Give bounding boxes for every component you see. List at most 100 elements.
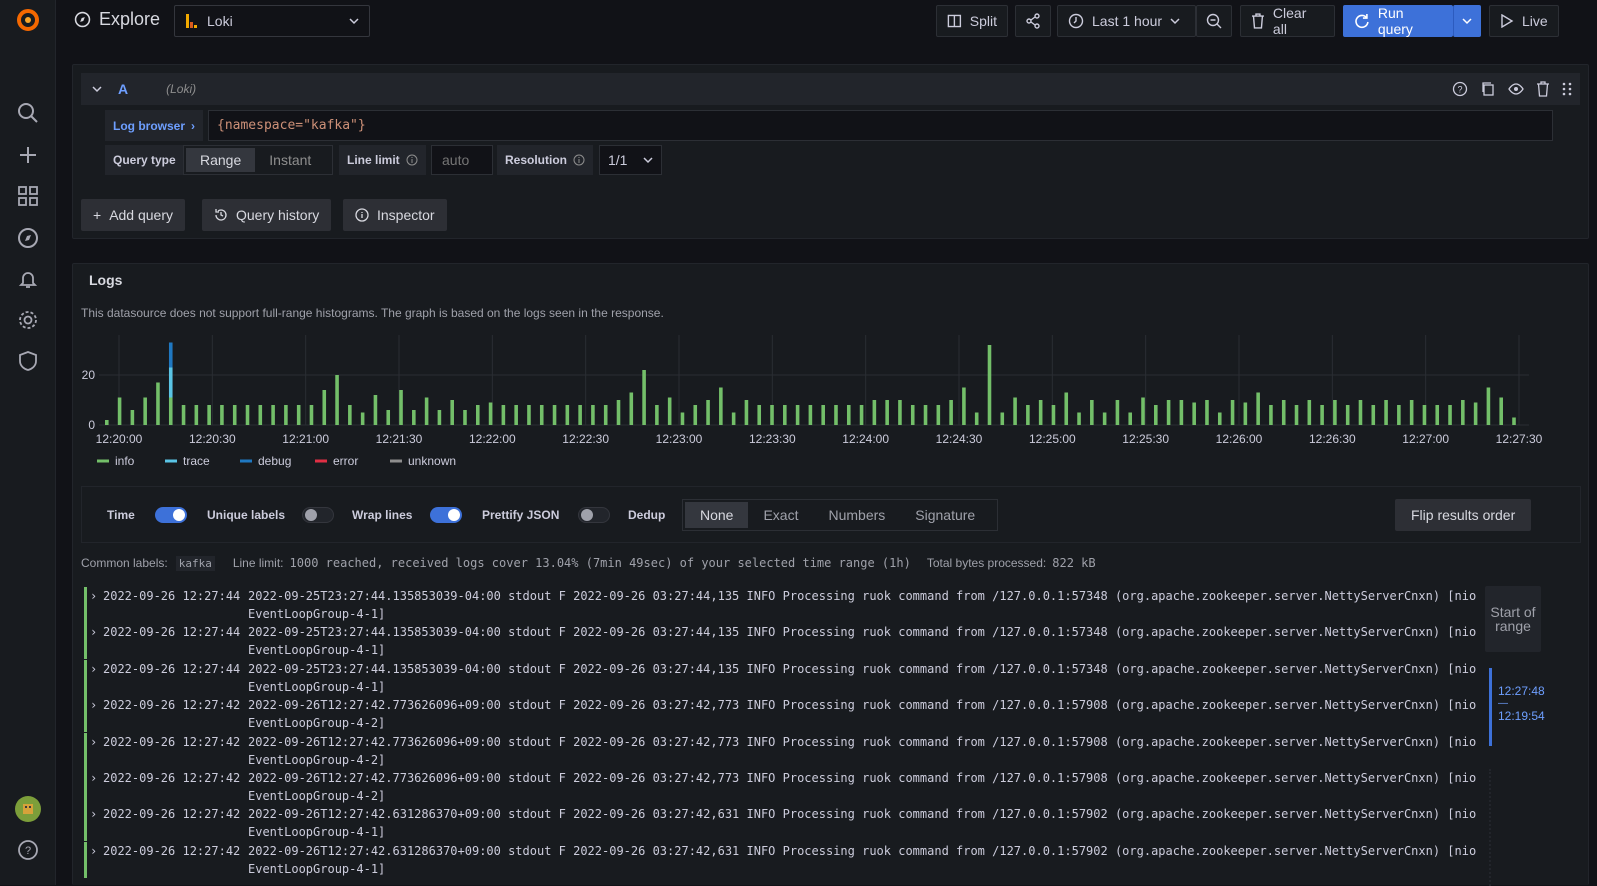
dedup-none[interactable]: None	[685, 502, 749, 528]
inspector-button[interactable]: Inspector	[343, 199, 447, 231]
split-button[interactable]: Split	[936, 5, 1008, 37]
chevron-right-icon[interactable]: ›	[90, 805, 97, 823]
histogram-bar-info	[1384, 400, 1388, 425]
eye-icon[interactable]	[1508, 81, 1524, 97]
histogram-bar-info	[949, 400, 953, 425]
legend-label-trace: trace	[183, 454, 210, 468]
log-row[interactable]: › 2022-09-26 12:27:42 2022-09-26T12:27:42.…	[84, 696, 1479, 733]
histogram-bar-info	[1320, 405, 1324, 425]
histogram-bar-info	[1141, 397, 1145, 425]
query-type-text: Query type	[113, 153, 176, 167]
dedup-exact[interactable]: Exact	[748, 502, 813, 528]
query-row-header: A (Loki) ?	[81, 73, 1580, 105]
avatar[interactable]	[14, 795, 42, 823]
resolution-select[interactable]: 1/1	[599, 145, 662, 175]
logs-histogram[interactable]: 12:20:00 12:20:30 12:21:00 12:21:30 12:22:00…	[73, 328, 1573, 480]
dashboards-icon[interactable]	[14, 182, 42, 210]
log-line: 2022-09-25T23:27:44.135853039-04:00 stdo…	[248, 625, 1477, 640]
trash-icon[interactable]	[1536, 81, 1550, 97]
wrap-lines-toggle[interactable]	[430, 507, 462, 523]
histogram-bar-info	[962, 387, 966, 425]
unique-labels-toggle[interactable]	[302, 507, 334, 523]
x-tick-label: 12:21:00	[282, 432, 329, 446]
explore-icon[interactable]	[14, 224, 42, 252]
histogram-bar-info	[130, 410, 135, 425]
x-tick-label: 12:20:30	[189, 432, 236, 446]
x-tick-label: 12:26:30	[1309, 432, 1356, 446]
datasource-picker[interactable]: Loki	[174, 5, 370, 37]
dedup-signature[interactable]: Signature	[900, 502, 990, 528]
histogram-bar-info	[680, 412, 685, 425]
query-ref-id[interactable]: A	[118, 81, 128, 97]
query-editor[interactable]: {namespace="kafka"}	[208, 110, 1553, 141]
histogram-bar-info	[1115, 400, 1120, 425]
chevron-right-icon[interactable]: ›	[90, 769, 97, 787]
histogram-bar-info	[1345, 405, 1350, 425]
run-query-options-button[interactable]	[1453, 5, 1481, 37]
log-row[interactable]: › 2022-09-26 12:27:42 2022-09-26T12:27:42.…	[84, 769, 1479, 805]
dedup-numbers[interactable]: Numbers	[813, 502, 900, 528]
log-row[interactable]: › 2022-09-26 12:27:44 2022-09-25T23:27:44.…	[84, 659, 1479, 696]
log-row[interactable]: › 2022-09-26 12:27:44 2022-09-25T23:27:44.…	[84, 587, 1479, 623]
histogram-bar-info	[539, 405, 544, 425]
plus-icon[interactable]	[14, 141, 42, 169]
bytes-processed-label: Total bytes processed:	[926, 556, 1047, 570]
chevron-right-icon[interactable]: ›	[90, 842, 97, 860]
run-query-button[interactable]: Run query	[1343, 5, 1453, 37]
help-icon[interactable]: ?	[1452, 81, 1468, 97]
histogram-bar-info	[1307, 400, 1312, 425]
dedup-label: Dedup	[628, 508, 666, 522]
chevron-right-icon[interactable]: ›	[90, 696, 97, 714]
time-toggle[interactable]	[155, 507, 187, 523]
grafana-logo-icon[interactable]	[14, 6, 42, 34]
log-row[interactable]: › 2022-09-26 12:27:44 2022-09-25T23:27:44.…	[84, 623, 1479, 660]
query-history-button[interactable]: Query history	[202, 199, 332, 231]
bell-icon[interactable]	[14, 265, 42, 293]
logs-options-bar: Time Unique labels Wrap lines Prettify J…	[81, 486, 1581, 543]
play-icon	[1501, 14, 1514, 28]
log-browser-button[interactable]: Log browser ›	[105, 110, 204, 141]
chevron-right-icon[interactable]: ›	[90, 587, 97, 605]
x-tick-label: 12:21:30	[376, 432, 423, 446]
log-row[interactable]: › 2022-09-26 12:27:42 2022-09-26T12:27:42.…	[84, 841, 1479, 878]
help-icon[interactable]: ?	[14, 836, 42, 864]
share-button[interactable]	[1015, 5, 1051, 37]
log-timestamp: 2022-09-26 12:27:42	[103, 734, 241, 749]
flip-results-order-button[interactable]: Flip results order	[1395, 499, 1532, 531]
chevron-right-icon[interactable]: ›	[90, 660, 97, 678]
time-range-picker[interactable]: Last 1 hour	[1057, 5, 1196, 37]
histogram-bar-info	[412, 410, 416, 425]
copy-icon[interactable]	[1480, 81, 1496, 97]
query-type-instant[interactable]: Instant	[255, 148, 325, 172]
histogram-bar-info	[245, 405, 250, 425]
gear-icon[interactable]	[14, 306, 42, 334]
legend-label-debug: debug	[258, 454, 291, 468]
log-row[interactable]: › 2022-09-26 12:27:42 2022-09-26T12:27:42.…	[84, 732, 1479, 769]
legend-label-info: info	[115, 454, 135, 468]
chevron-down-icon[interactable]	[92, 84, 102, 94]
drag-handle-icon[interactable]	[1562, 81, 1572, 97]
clear-all-button[interactable]: Clear all	[1240, 5, 1335, 37]
x-tick-label: 12:22:00	[469, 432, 516, 446]
histogram-bar-info	[1179, 400, 1184, 425]
histogram-bar-info	[1192, 402, 1196, 425]
svg-text:?: ?	[25, 845, 31, 857]
histogram-bar-info	[974, 412, 979, 425]
query-type-range[interactable]: Range	[186, 148, 256, 172]
live-button[interactable]: Live	[1489, 5, 1559, 37]
log-line: 2022-09-26T12:27:42.773626096+09:00 stdo…	[248, 698, 1477, 713]
search-icon[interactable]	[14, 99, 42, 127]
line-limit-input[interactable]	[431, 145, 493, 175]
chevron-right-icon[interactable]: ›	[90, 733, 97, 751]
x-tick-label: 12:27:00	[1402, 432, 1449, 446]
range-navigator-active[interactable]: 12:27:48 — 12:19:54	[1489, 668, 1545, 746]
add-query-button[interactable]: + Add query	[81, 199, 186, 231]
start-of-range-button[interactable]: Start of range	[1485, 586, 1541, 652]
chevron-right-icon[interactable]: ›	[90, 623, 97, 641]
log-row[interactable]: › 2022-09-26 12:27:42 2022-09-26T12:27:42.…	[84, 805, 1479, 842]
prettify-json-toggle[interactable]	[578, 507, 610, 523]
prettify-json-label: Prettify JSON	[482, 508, 560, 522]
shield-icon[interactable]	[14, 347, 42, 375]
histogram-bar-info	[706, 400, 710, 425]
zoom-out-button[interactable]	[1196, 5, 1232, 37]
